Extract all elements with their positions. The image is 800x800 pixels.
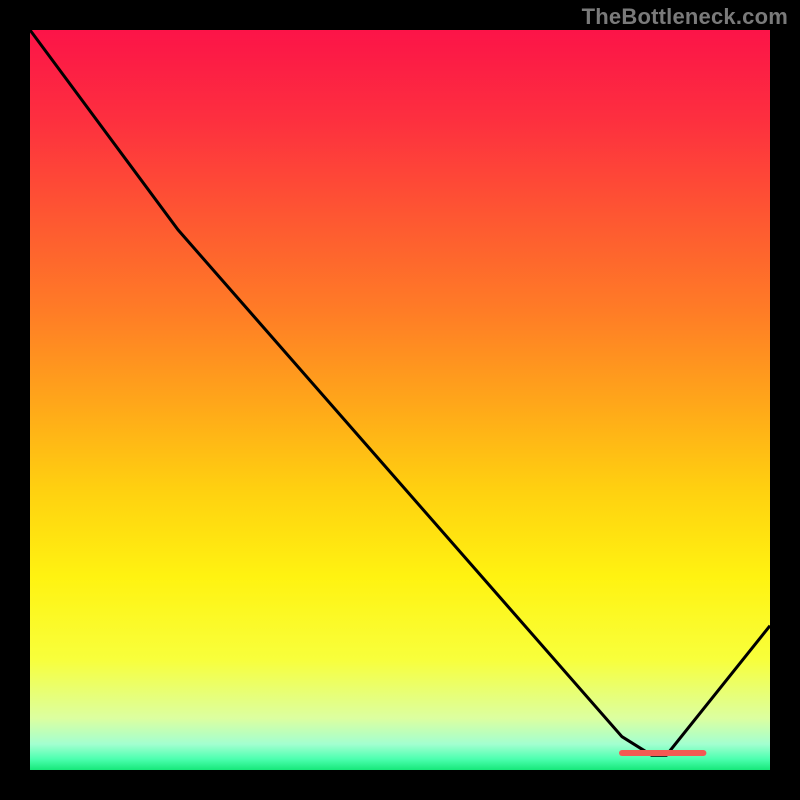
chart-svg xyxy=(30,30,770,770)
chart-container: TheBottleneck.com xyxy=(0,0,800,800)
plot-area xyxy=(30,30,770,770)
gradient-background xyxy=(30,30,770,770)
watermark-text: TheBottleneck.com xyxy=(582,4,788,30)
